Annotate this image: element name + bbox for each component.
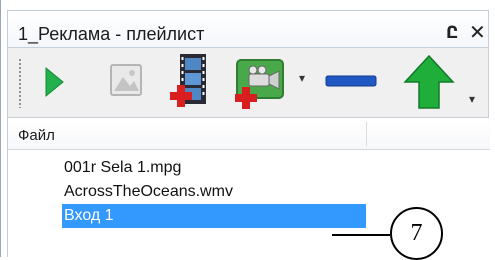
- column-header-file[interactable]: Файл: [18, 127, 55, 144]
- pin-icon[interactable]: Ը: [446, 23, 458, 43]
- panel-titlebar: 1_Реклама - плейлист Ը ✕: [7, 10, 489, 48]
- camera-add-icon[interactable]: [233, 56, 289, 112]
- callout-line: [332, 234, 390, 236]
- panel-title: 1_Реклама - плейлист: [18, 24, 205, 44]
- film-add-icon[interactable]: [168, 52, 212, 112]
- toolbar-overflow-icon[interactable]: ▾: [469, 92, 475, 106]
- minus-icon[interactable]: [322, 64, 382, 100]
- image-icon[interactable]: [108, 62, 144, 98]
- list-item[interactable]: 001r Sela 1.mpg: [62, 156, 181, 180]
- playlist-toolbar: ▾ ▾: [7, 48, 489, 118]
- toolbar-grip[interactable]: [18, 58, 22, 108]
- arrow-up-icon[interactable]: [403, 54, 455, 112]
- column-separator[interactable]: [366, 122, 367, 146]
- play-icon[interactable]: [43, 66, 65, 98]
- column-header[interactable]: Файл: [8, 118, 490, 150]
- chevron-down-icon[interactable]: ▾: [299, 71, 305, 85]
- list-item-selected[interactable]: Вход 1: [62, 204, 366, 228]
- callout-number: 7: [390, 207, 443, 260]
- list-item[interactable]: AcrossTheOceans.wmv: [62, 180, 233, 204]
- close-icon[interactable]: ✕: [469, 20, 486, 45]
